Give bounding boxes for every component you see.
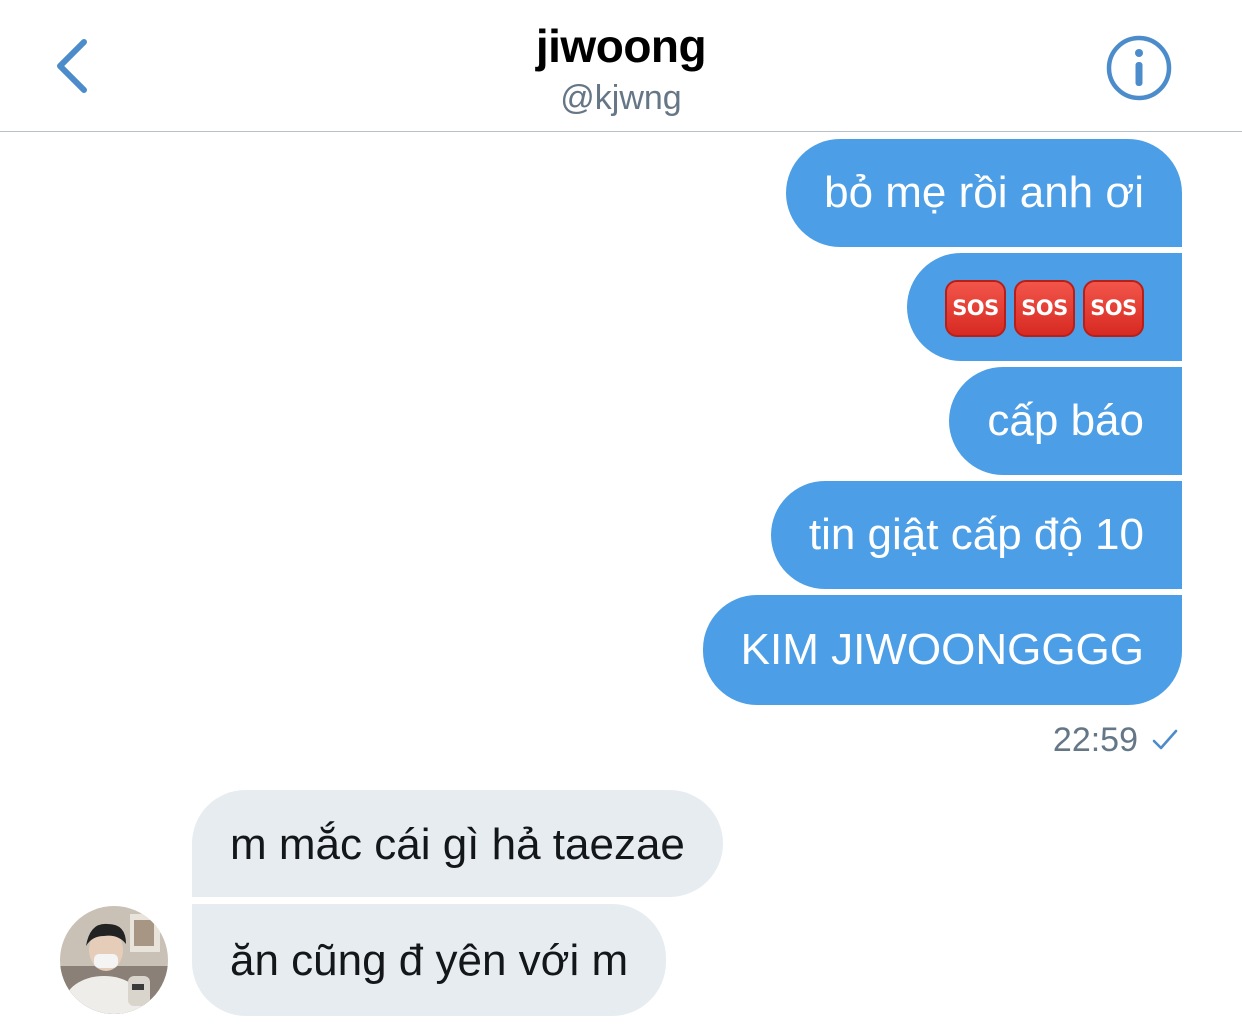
contact-handle: @kjwng (560, 79, 682, 117)
sos-emoji: SOS (1083, 280, 1144, 337)
conversation-header: jiwoong @kjwng (0, 0, 1242, 132)
outgoing-message-bubble[interactable]: SOS SOS SOS (907, 253, 1182, 361)
incoming-message-bubble[interactable]: m mắc cái gì hả taezae (192, 790, 723, 897)
emoji-row: SOS SOS SOS (945, 279, 1144, 337)
checkmark-icon (1150, 725, 1180, 755)
conversation-title[interactable]: jiwoong @kjwng (0, 16, 1242, 118)
info-icon (1106, 35, 1172, 101)
message-text: ăn cũng đ yên với m (230, 936, 629, 985)
info-button[interactable] (1104, 33, 1174, 103)
message-text: m mắc cái gì hả taezae (230, 820, 685, 869)
message-text: KIM JIWOONGGGG (740, 625, 1144, 674)
message-text: tin giật cấp độ 10 (808, 510, 1144, 559)
incoming-message-bubble[interactable]: ăn cũng đ yên với m (192, 904, 667, 1016)
message-timestamp: 22:59 (1052, 720, 1138, 759)
outgoing-message-bubble[interactable]: cấp báo (949, 367, 1182, 475)
message-text: cấp báo (987, 396, 1144, 445)
message-text: bỏ mẹ rồi anh ơi (824, 168, 1144, 217)
contact-name: jiwoong (535, 20, 707, 72)
avatar[interactable] (60, 906, 168, 1014)
outgoing-message-bubble[interactable]: KIM JIWOONGGGG (702, 595, 1182, 705)
outgoing-message-bubble[interactable]: tin giật cấp độ 10 (770, 481, 1182, 589)
outgoing-message-bubble[interactable]: bỏ mẹ rồi anh ơi (786, 139, 1182, 247)
message-status: 22:59 (1053, 718, 1180, 762)
sos-emoji: SOS (945, 280, 1006, 337)
sos-emoji: SOS (1014, 280, 1075, 337)
